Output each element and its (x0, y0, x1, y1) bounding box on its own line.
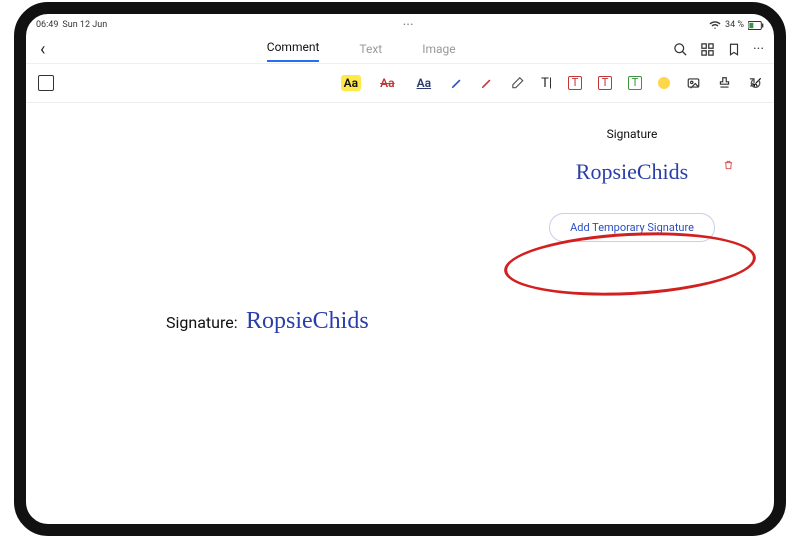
note-red-tool[interactable]: T (568, 76, 582, 90)
more-icon[interactable]: ··· (753, 41, 764, 57)
selection-tool[interactable] (38, 75, 54, 91)
redo-button[interactable]: ↻ (749, 74, 762, 93)
sticky-note-tool[interactable] (658, 77, 670, 89)
pen-red-icon[interactable] (480, 76, 494, 90)
eraser-icon[interactable] (510, 76, 525, 90)
signature-field-value[interactable]: RopsieChids (246, 308, 369, 335)
status-time: 06:49 (36, 20, 58, 30)
bookmark-icon[interactable] (727, 42, 741, 57)
tab-image[interactable]: Image (422, 38, 455, 62)
document-canvas[interactable]: Signature: RopsieChids Signature RopsieC… (26, 103, 774, 536)
tab-comment[interactable]: Comment (267, 36, 320, 62)
pen-blue-icon[interactable] (450, 76, 464, 90)
highlight-tool[interactable]: Aa (341, 75, 361, 91)
strikeout-tool[interactable]: Aa (377, 75, 397, 91)
image-tool-icon[interactable] (686, 76, 701, 90)
signature-panel-title: Signature (522, 127, 742, 141)
status-center-dots: ··· (403, 17, 414, 33)
search-icon[interactable] (673, 42, 688, 57)
signature-panel: Signature RopsieChids Add Temporary Sign… (522, 127, 742, 242)
mode-tabs: Comment Text Image (267, 36, 456, 62)
status-date: Sun 12 Jun (62, 20, 107, 30)
grid-icon[interactable] (700, 42, 715, 57)
underline-tool[interactable]: Aa (414, 75, 434, 91)
note-red2-tool[interactable]: T (598, 76, 612, 90)
note-green-tool[interactable]: T (628, 76, 642, 90)
battery-icon (748, 21, 764, 30)
stamp-tool-icon[interactable] (717, 76, 732, 90)
trash-icon (723, 159, 734, 171)
device-frame: 06:49 Sun 12 Jun ··· 34 % ‹ Comment Text… (14, 2, 786, 536)
tool-row: Aa Aa Aa T| T T T ↻ (26, 63, 774, 103)
saved-signature[interactable]: RopsieChids (522, 159, 742, 185)
status-bar: 06:49 Sun 12 Jun ··· 34 % (26, 14, 774, 33)
delete-signature-button[interactable] (723, 159, 734, 174)
back-button[interactable]: ‹ (36, 37, 49, 62)
wifi-icon (709, 20, 721, 30)
textbox-tool[interactable]: T| (541, 76, 552, 91)
nav-row: ‹ Comment Text Image ··· (26, 33, 774, 63)
add-temporary-signature-button[interactable]: Add Temporary Signature (549, 213, 715, 242)
battery-percent: 34 % (725, 20, 744, 30)
signature-field-label: Signature: (166, 313, 238, 332)
tab-text[interactable]: Text (359, 38, 382, 62)
